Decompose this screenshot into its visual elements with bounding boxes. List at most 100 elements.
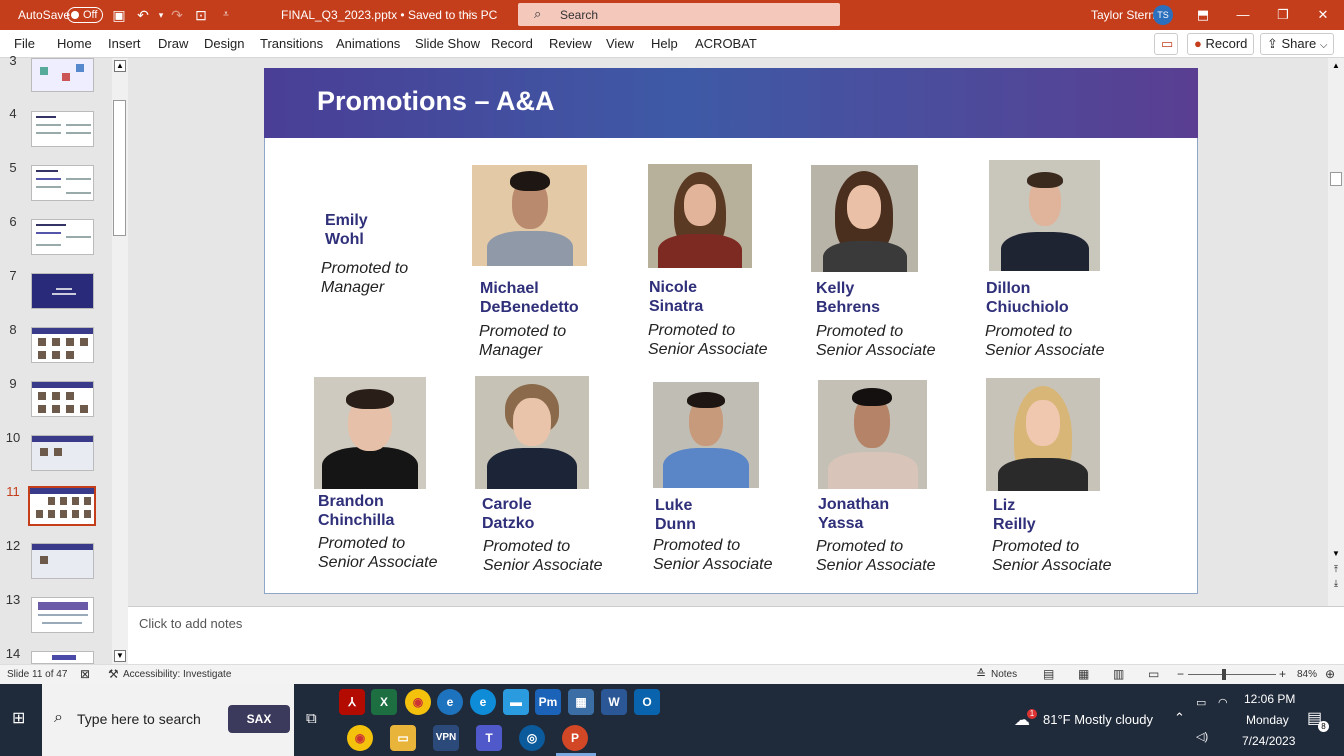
volume-icon[interactable]: ◁) [1196,730,1208,743]
scroll-up-icon[interactable]: ▲ [114,60,126,72]
thumbnail-slide-6[interactable] [31,219,94,255]
thumbnails-scrollbar[interactable]: ▲ ▼ [112,58,128,664]
pm-app-icon[interactable]: Pm [535,689,561,715]
title-dropdown-icon[interactable]: ⌵ [465,8,473,19]
sax-button[interactable]: SAX [228,705,290,733]
windows-start-icon[interactable]: ⊞ [12,710,30,728]
thumbnail-slide-13[interactable] [31,597,94,633]
previous-slide-icon[interactable]: ⤒ [1330,563,1342,575]
photo-michael-debenedetto[interactable] [472,165,587,266]
next-slide-icon[interactable]: ⤓ [1330,577,1342,589]
taskbar-search[interactable]: ⌕ Type here to search SAX [42,684,294,756]
internet-explorer-icon[interactable]: e [437,689,463,715]
tab-help[interactable]: Help [651,36,678,51]
avatar[interactable]: TS [1153,5,1173,25]
show-hidden-icons-icon[interactable]: ⌃ [1174,710,1185,726]
thumbnail-slide-14[interactable] [31,651,94,664]
ribbon-display-icon[interactable]: ⬒ [1194,6,1212,24]
zoom-level[interactable]: 84% [1297,669,1317,680]
photo-carole-datzko[interactable] [475,376,589,489]
photo-luke-dunn[interactable] [653,382,759,488]
photo-liz-reilly[interactable] [986,378,1100,491]
slide-sorter-icon[interactable]: ▦ [1078,667,1089,681]
tab-slide-show[interactable]: Slide Show [415,36,480,51]
photo-dillon-chiuchiolo[interactable] [989,160,1100,271]
thumbnail-slide-5[interactable] [31,165,94,201]
reading-view-icon[interactable]: ▥ [1113,667,1124,681]
powerpoint-icon[interactable]: P [562,725,588,751]
thumbnail-slide-4[interactable] [31,111,94,147]
minimize-icon[interactable]: — [1234,6,1252,24]
scroll-down-icon[interactable]: ▼ [1330,548,1342,560]
wifi-icon[interactable]: ◠ [1218,696,1228,709]
present-icon[interactable]: ⊡ [192,6,210,24]
photo-brandon-chinchilla[interactable] [314,377,426,489]
thumbnail-slide-10[interactable] [31,435,94,471]
window-app-icon[interactable]: ▬ [503,689,529,715]
tab-draw[interactable]: Draw [158,36,188,51]
weather-text[interactable]: 81°F Mostly cloudy [1043,712,1153,727]
zoom-slider-thumb[interactable] [1222,669,1226,680]
zoom-in-icon[interactable]: + [1279,667,1286,681]
thumbnail-slide-3[interactable] [31,58,94,92]
tab-record[interactable]: Record [491,36,533,51]
scroll-thumb[interactable] [1330,172,1342,186]
tab-animations[interactable]: Animations [336,36,400,51]
thumbnail-slide-12[interactable] [31,543,94,579]
undo-icon[interactable]: ↶ [134,6,152,24]
clock-time[interactable]: 12:06 PM [1244,692,1295,706]
restore-icon[interactable]: ❐ [1274,6,1292,24]
calculator-app-icon[interactable]: ▦ [568,689,594,715]
zoom-slider[interactable] [1188,674,1276,675]
comments-icon[interactable]: ▭ [1154,33,1178,55]
autosave-toggle[interactable]: Off [67,7,103,23]
battery-icon[interactable]: ▭ [1196,696,1206,709]
spelling-check-icon[interactable]: ⊠ [80,667,90,681]
notes-pane[interactable]: Click to add notes [128,606,1344,664]
excel-icon[interactable]: X [371,689,397,715]
notes-button[interactable]: Notes [991,669,1017,680]
scroll-up-icon[interactable]: ▲ [1330,60,1342,72]
thumbnail-slide-11-selected[interactable] [28,486,96,526]
tab-view[interactable]: View [606,36,634,51]
teams-icon[interactable]: T [476,725,502,751]
webex-icon[interactable]: ◎ [519,725,545,751]
photo-jonathan-yassa[interactable] [818,380,927,489]
scroll-thumb[interactable] [113,100,126,236]
tab-design[interactable]: Design [204,36,244,51]
chrome-icon[interactable]: ◉ [405,689,431,715]
tab-review[interactable]: Review [549,36,592,51]
record-button[interactable]: ● Record [1187,33,1255,55]
acrobat-icon[interactable]: ⅄ [339,689,365,715]
word-icon[interactable]: W [601,689,627,715]
clock-day[interactable]: Monday [1246,713,1289,727]
user-name[interactable]: Taylor Stern [1091,8,1155,22]
redo-icon[interactable]: ↷ [168,6,186,24]
tab-insert[interactable]: Insert [108,36,141,51]
zoom-out-icon[interactable]: − [1177,667,1184,681]
file-explorer-icon[interactable]: ▭ [390,725,416,751]
edge-icon[interactable]: e [470,689,496,715]
accessibility-icon[interactable]: ⚒ [108,667,119,681]
tab-home[interactable]: Home [57,36,92,51]
notes-icon[interactable]: ≙ [976,667,986,681]
chrome-taskbar-icon[interactable]: ◉ [347,725,373,751]
slide-title[interactable]: Promotions – A&A [317,86,555,117]
photo-kelly-behrens[interactable] [811,165,918,272]
fit-to-window-icon[interactable]: ⊕ [1325,667,1335,681]
outlook-icon[interactable]: O [634,689,660,715]
clock-date[interactable]: 7/24/2023 [1242,734,1295,748]
scroll-down-icon[interactable]: ▼ [114,650,126,662]
photo-nicole-sinatra[interactable] [648,164,752,268]
tab-file[interactable]: File [14,36,35,51]
canvas-scrollbar[interactable]: ▲ ▼ ⤒ ⤓ [1328,58,1344,606]
accessibility-status[interactable]: Accessibility: Investigate [123,669,231,680]
thumbnail-slide-9[interactable] [31,381,94,417]
search-box[interactable]: ⌕ Search [518,3,840,26]
save-icon[interactable]: ▣ [110,6,128,24]
normal-view-icon[interactable]: ▤ [1043,667,1054,681]
share-button[interactable]: ⇪ Share ⌵ [1260,33,1335,55]
customize-toolbar-icon[interactable]: ⩡ [217,6,235,24]
thumbnail-slide-7[interactable] [31,273,94,309]
notes-placeholder[interactable]: Click to add notes [139,616,242,631]
